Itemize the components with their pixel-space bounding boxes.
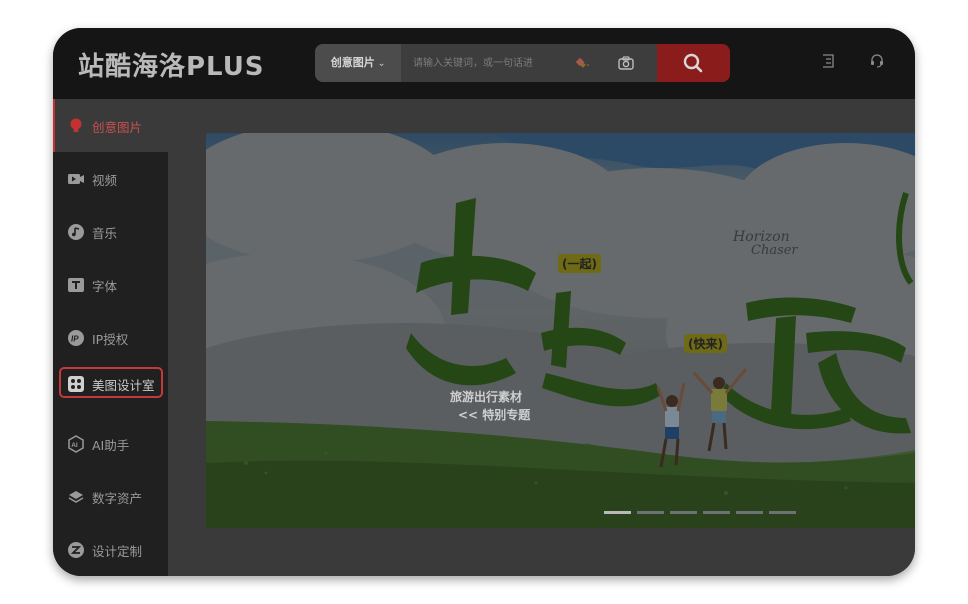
sidebar: 创意图片 视频 音乐 字体 IP IP授权 美图设计室 AI AI助手 数字资产… <box>53 99 168 576</box>
banner-caption-link[interactable]: << 特别专题 <box>458 406 530 423</box>
carousel-dot-1[interactable] <box>604 511 631 514</box>
search-icon <box>683 53 703 73</box>
sidebar-item-label: IP授权 <box>92 332 129 347</box>
sidebar-item-label: 视频 <box>92 173 118 188</box>
sidebar-item-label: AI助手 <box>92 438 130 453</box>
layers-icon <box>67 488 85 506</box>
sidebar-item-font[interactable]: 字体 <box>53 258 168 311</box>
custom-icon <box>67 541 85 559</box>
sidebar-item-custom-design[interactable]: 设计定制 <box>53 523 168 576</box>
banner-tag-hurry: (快来) <box>684 334 727 353</box>
camera-icon[interactable] <box>618 55 634 74</box>
video-icon <box>67 170 85 188</box>
promo-banner[interactable]: (一起) (快来) Horizon Chaser 旅游出行素材 << 特别专题 <box>206 133 915 528</box>
design-studio-icon <box>67 375 85 393</box>
search-input[interactable] <box>413 44 563 82</box>
music-icon <box>67 223 85 241</box>
sidebar-item-label: 字体 <box>92 279 118 294</box>
active-indicator <box>53 99 55 152</box>
sidebar-item-music[interactable]: 音乐 <box>53 205 168 258</box>
sidebar-item-design-studio[interactable]: 美图设计室 <box>53 364 168 417</box>
carousel-dot-6[interactable] <box>769 511 796 514</box>
bulb-icon <box>67 117 85 135</box>
search-bar: 创意图片 ⌄ <box>315 44 730 82</box>
top-header: 站酷海洛PLUS 创意图片 ⌄ <box>53 28 915 99</box>
search-button[interactable] <box>657 44 730 82</box>
sidebar-item-label: 音乐 <box>92 226 118 241</box>
sidebar-item-creative-images[interactable]: 创意图片 <box>53 99 168 152</box>
svg-text:AI: AI <box>71 442 78 449</box>
chevron-down-icon: ⌄ <box>377 59 386 69</box>
brand-line2: Chaser <box>751 243 798 258</box>
svg-text:IP: IP <box>71 335 79 344</box>
banner-caption-title: 旅游出行素材 <box>450 390 523 404</box>
sidebar-item-video[interactable]: 视频 <box>53 152 168 205</box>
sidebar-item-label: 创意图片 <box>92 120 143 135</box>
carousel-dot-3[interactable] <box>670 511 697 514</box>
banner-tag-together: (一起) <box>558 254 601 273</box>
search-category-dropdown[interactable]: 创意图片 ⌄ <box>315 44 401 82</box>
ip-icon: IP <box>67 329 85 347</box>
font-icon <box>67 276 85 294</box>
carousel-dot-4[interactable] <box>703 511 730 514</box>
app-window: 站酷海洛PLUS 创意图片 ⌄ 请输入关键词，或一句话进 创意图片 视频 音乐 … <box>53 28 915 576</box>
sidebar-item-label: 美图设计室 <box>92 378 155 393</box>
sidebar-item-ip-license[interactable]: IP IP授权 <box>53 311 168 364</box>
banner-artwork <box>206 133 915 528</box>
carousel-dot-2[interactable] <box>637 511 664 514</box>
search-category-label: 创意图片 <box>330 56 375 69</box>
magic-wand-icon[interactable] <box>573 55 591 75</box>
sidebar-item-ai-assistant[interactable]: AI AI助手 <box>53 417 168 470</box>
carousel-dot-5[interactable] <box>736 511 763 514</box>
sidebar-item-label: 数字资产 <box>92 491 143 506</box>
sidebar-item-digital-assets[interactable]: 数字资产 <box>53 470 168 523</box>
site-logo[interactable]: 站酷海洛PLUS <box>78 46 265 83</box>
headset-icon[interactable] <box>870 53 884 72</box>
main-content: (一起) (快来) Horizon Chaser 旅游出行素材 << 特别专题 <box>168 99 915 576</box>
upload-icon[interactable] <box>821 53 835 72</box>
sidebar-item-label: 设计定制 <box>92 544 143 559</box>
ai-icon: AI <box>67 435 85 453</box>
